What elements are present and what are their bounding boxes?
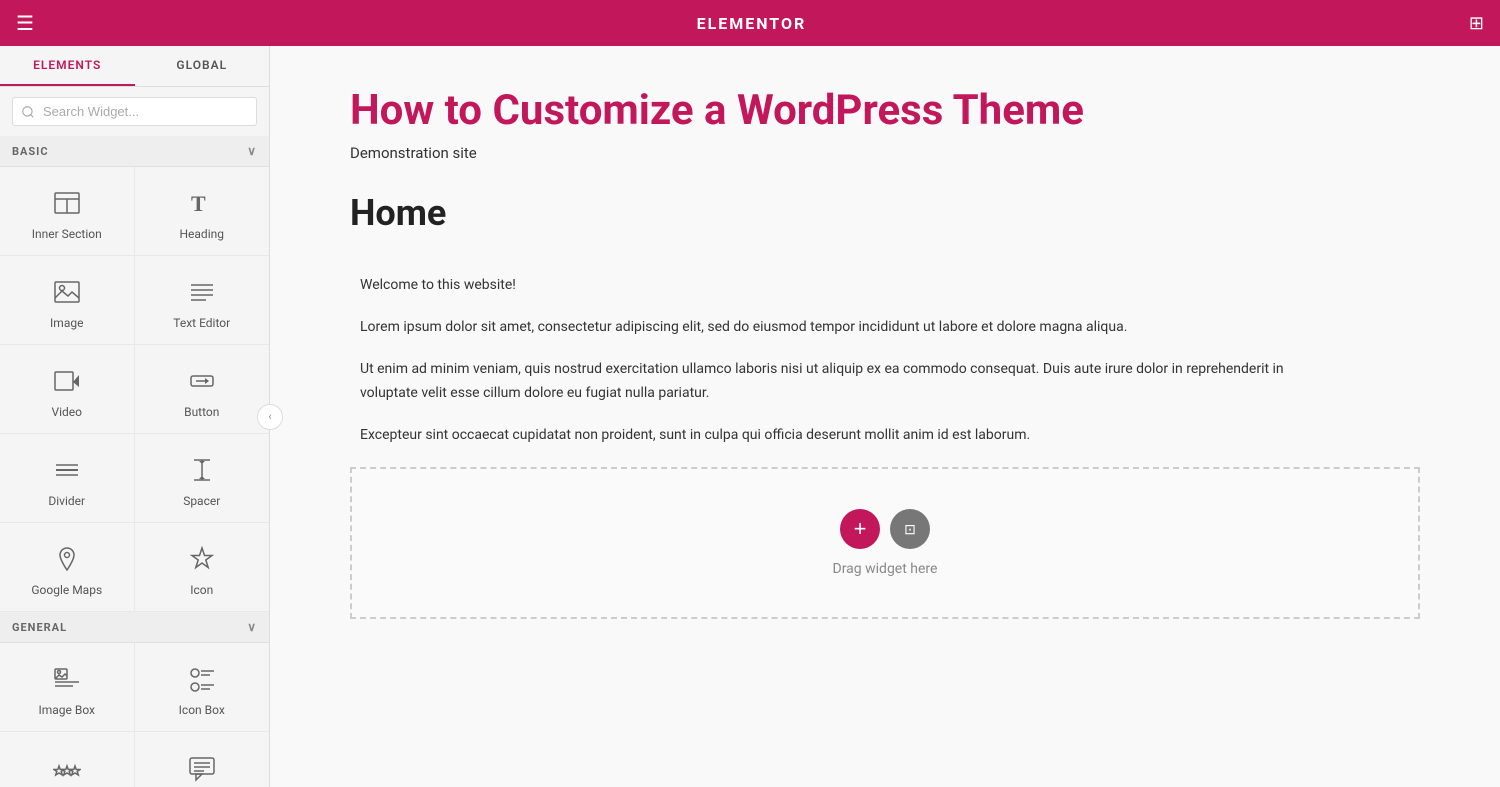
- star-rating-icon: [49, 750, 85, 786]
- drop-zone: + ⊡ Drag widget here: [350, 467, 1420, 619]
- section-label-general: GENERAL: [12, 621, 67, 634]
- google-maps-icon: [49, 541, 85, 577]
- section-header-basic[interactable]: BASIC ∨: [0, 136, 269, 166]
- chevron-down-icon-general: ∨: [247, 620, 257, 634]
- site-header: How to Customize a WordPress Theme Demon…: [350, 86, 1420, 162]
- widgets-area: BASIC ∨ Inner Section T Heading: [0, 136, 269, 787]
- grid-icon[interactable]: ⊞: [1469, 13, 1484, 34]
- icon-icon: [184, 541, 220, 577]
- site-subtitle: Demonstration site: [350, 144, 1420, 162]
- widget-inner-section[interactable]: Inner Section: [0, 167, 135, 256]
- add-widget-button[interactable]: +: [840, 509, 880, 549]
- sidebar-collapse-button[interactable]: ‹: [257, 404, 283, 430]
- paragraph-1: Welcome to this website!: [360, 274, 1340, 298]
- widget-video[interactable]: Video: [0, 345, 135, 434]
- widget-testimonial[interactable]: Testimonial: [135, 732, 270, 787]
- widget-icon[interactable]: Icon: [135, 523, 270, 612]
- widget-label-icon-box: Icon Box: [179, 703, 225, 717]
- basic-widget-grid: Inner Section T Heading Image: [0, 166, 269, 612]
- chevron-down-icon: ∨: [247, 144, 257, 158]
- widget-handle-button[interactable]: ⊡: [890, 509, 930, 549]
- paragraph-2: Lorem ipsum dolor sit amet, consectetur …: [360, 316, 1340, 340]
- general-widget-grid: Image Box Icon Box: [0, 642, 269, 787]
- content-body: Welcome to this website! Lorem ipsum dol…: [350, 274, 1350, 447]
- section-label-basic: BASIC: [12, 145, 49, 158]
- widget-star-rating[interactable]: Star Rating: [0, 732, 135, 787]
- sidebar-search: [0, 87, 269, 136]
- widget-divider[interactable]: Divider: [0, 434, 135, 523]
- widget-google-maps[interactable]: Google Maps: [0, 523, 135, 612]
- image-box-icon: [49, 661, 85, 697]
- heading-icon: T: [184, 185, 220, 221]
- top-bar: ☰ elementor ⊞: [0, 0, 1500, 46]
- paragraph-4: Excepteur sint occaecat cupidatat non pr…: [360, 424, 1340, 448]
- text-editor-icon: [184, 274, 220, 310]
- widget-label-video: Video: [51, 405, 82, 419]
- hamburger-icon[interactable]: ☰: [16, 11, 34, 35]
- tab-global[interactable]: Global: [135, 46, 270, 86]
- widget-label-image: Image: [50, 316, 83, 330]
- widget-spacer[interactable]: Spacer: [135, 434, 270, 523]
- widget-label-image-box: Image Box: [38, 703, 95, 717]
- widget-label-spacer: Spacer: [183, 494, 220, 508]
- svg-text:T: T: [191, 191, 206, 216]
- inner-section-icon: [49, 185, 85, 221]
- spacer-icon: [184, 452, 220, 488]
- drop-zone-label: Drag widget here: [833, 561, 938, 577]
- sidebar: Elements Global BASIC ∨: [0, 46, 270, 787]
- widget-label-text-editor: Text Editor: [173, 316, 230, 330]
- widget-text-editor[interactable]: Text Editor: [135, 256, 270, 345]
- content-area: How to Customize a WordPress Theme Demon…: [270, 46, 1500, 787]
- page-heading: Home: [350, 192, 1420, 244]
- widget-label-icon: Icon: [190, 583, 213, 597]
- widget-image-box[interactable]: Image Box: [0, 643, 135, 732]
- sidebar-tabs: Elements Global: [0, 46, 269, 87]
- icon-box-icon: [184, 661, 220, 697]
- widget-label-heading: Heading: [179, 227, 224, 241]
- widget-label-inner-section: Inner Section: [32, 227, 102, 241]
- widget-label-button: Button: [184, 405, 219, 419]
- widget-button[interactable]: Button: [135, 345, 270, 434]
- video-icon: [49, 363, 85, 399]
- image-icon: [49, 274, 85, 310]
- main-layout: Elements Global BASIC ∨: [0, 46, 1500, 787]
- widget-icon-box[interactable]: Icon Box: [135, 643, 270, 732]
- widget-label-google-maps: Google Maps: [31, 583, 102, 597]
- sidebar-wrapper: Elements Global BASIC ∨: [0, 46, 270, 787]
- divider-icon: [49, 452, 85, 488]
- button-icon: [184, 363, 220, 399]
- testimonial-icon: [184, 750, 220, 786]
- site-title: How to Customize a WordPress Theme: [350, 86, 1420, 136]
- widget-image[interactable]: Image: [0, 256, 135, 345]
- section-header-general[interactable]: GENERAL ∨: [0, 612, 269, 642]
- search-input[interactable]: [12, 97, 257, 126]
- paragraph-3: Ut enim ad minim veniam, quis nostrud ex…: [360, 358, 1340, 406]
- widget-heading[interactable]: T Heading: [135, 167, 270, 256]
- widget-label-divider: Divider: [48, 494, 85, 508]
- elementor-logo: elementor: [697, 14, 807, 33]
- drop-zone-buttons: + ⊡: [840, 509, 930, 549]
- tab-elements[interactable]: Elements: [0, 46, 135, 86]
